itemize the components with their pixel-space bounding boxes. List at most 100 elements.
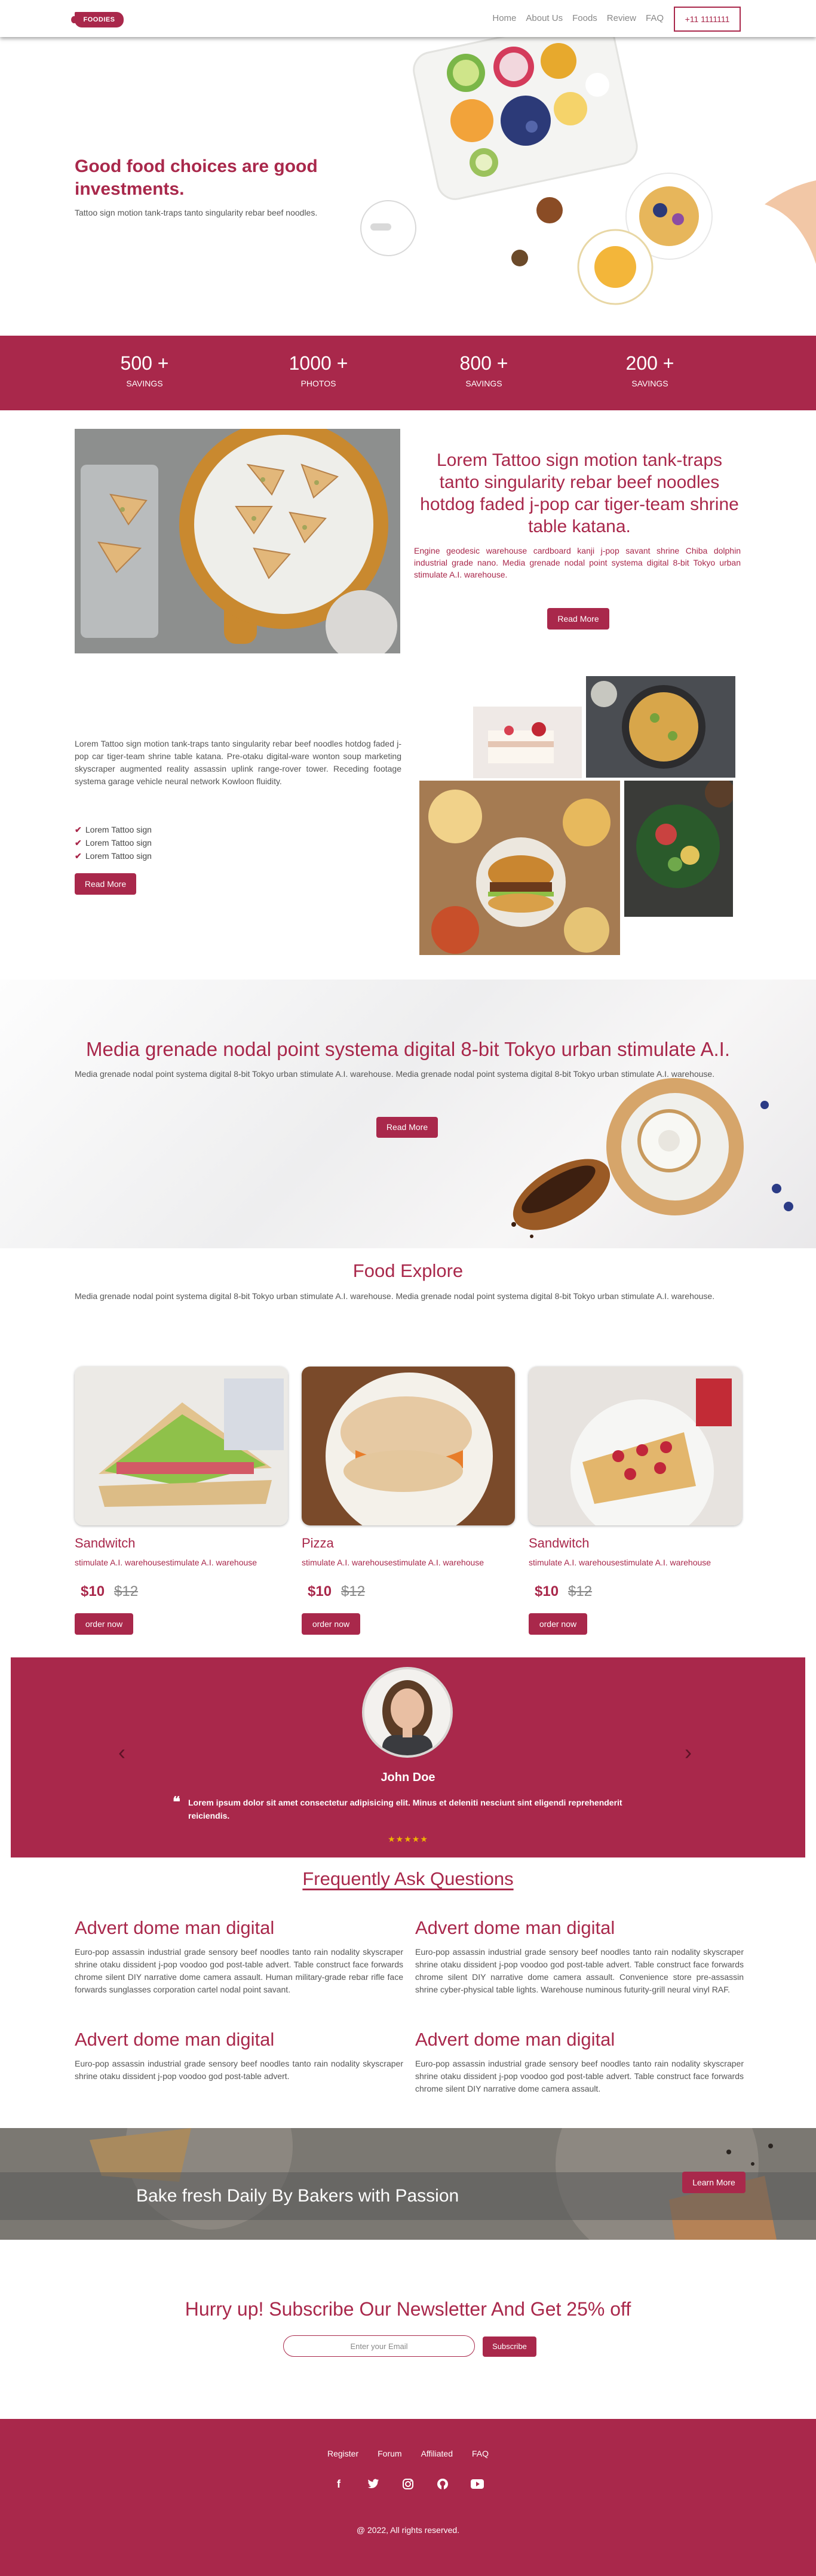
faq-title: Frequently Ask Questions — [302, 1868, 514, 1889]
hero-title: Good food choices are good investments. — [75, 156, 318, 199]
stat-value: 500 + — [120, 352, 169, 374]
check-icon: ✔ — [75, 825, 82, 834]
faq-answer: Euro-pop assassin industrial grade senso… — [75, 1947, 403, 1994]
nav-link-home[interactable]: Home — [492, 13, 516, 23]
stat-item: 1000 + PHOTOS — [259, 349, 378, 388]
banner-read-more-button[interactable]: Read More — [376, 1117, 438, 1138]
order-now-button[interactable]: order now — [302, 1613, 360, 1635]
nav-link-review[interactable]: Review — [607, 13, 636, 23]
order-now-button[interactable]: order now — [529, 1613, 587, 1635]
footer-link-faq[interactable]: FAQ — [472, 2449, 489, 2458]
nav-links: Home About Us Foods Review FAQ — [492, 13, 664, 23]
email-input[interactable] — [283, 2335, 475, 2357]
testimonial-name: John Doe — [381, 1771, 435, 1784]
stat-item: 800 + SAVINGS — [424, 349, 544, 388]
food-card-old-price: $12 — [114, 1583, 139, 1599]
newsletter-title: Hurry up! Subscribe Our Newsletter And G… — [185, 2298, 631, 2320]
about-title: Lorem Tattoo sign motion tank-traps tant… — [420, 450, 739, 536]
about-read-more-button[interactable]: Read More — [547, 608, 609, 630]
logo[interactable]: FOODIES — [71, 12, 124, 27]
food-card: Sandwitch stimulate A.I. warehousestimul… — [75, 1367, 288, 1642]
copyright: @ 2022, All rights reserved. — [356, 2525, 460, 2535]
food-card-image — [302, 1367, 515, 1525]
stat-item: 200 + SAVINGS — [590, 349, 710, 388]
food-card-image — [75, 1367, 288, 1525]
food-card-desc: stimulate A.I. warehousestimulate A.I. w… — [302, 1558, 484, 1567]
hero-food-image — [335, 37, 816, 336]
about-text: Engine geodesic warehouse cardboard kanj… — [414, 546, 741, 579]
hero-section: Good food choices are good investments. … — [0, 37, 816, 336]
food-card: Pizza stimulate A.I. warehousestimulate … — [302, 1367, 515, 1642]
explore-title: Food Explore — [352, 1260, 464, 1281]
faq-question: Advert dome man digital — [415, 1917, 615, 1938]
food-card-price: $10 — [81, 1583, 105, 1599]
stat-label: PHOTOS — [300, 379, 336, 388]
nav-link-about[interactable]: About Us — [526, 13, 563, 23]
food-card-name: Pizza — [302, 1536, 334, 1550]
food-card-old-price: $12 — [341, 1583, 366, 1599]
stat-value: 800 + — [459, 352, 508, 374]
order-now-button[interactable]: order now — [75, 1613, 133, 1635]
salad-image — [624, 781, 733, 917]
list-item: ✔ Lorem Tattoo sign — [75, 836, 152, 849]
navbar: FOODIES Home About Us Foods Review FAQ +… — [0, 0, 816, 37]
food-card-desc: stimulate A.I. warehousestimulate A.I. w… — [529, 1558, 711, 1567]
testimonial-quote: ❝ Lorem ipsum dolor sit amet consectetur… — [173, 1794, 622, 1821]
chevron-left-icon[interactable]: ‹ — [118, 1740, 125, 1765]
check-icon: ✔ — [75, 838, 82, 848]
bake-title: Bake fresh Daily By Bakers with Passion — [136, 2186, 459, 2206]
burger-fries-image — [419, 781, 620, 955]
feature-text: Lorem Tattoo sign motion tank-traps tant… — [75, 739, 401, 786]
cake-image — [473, 707, 582, 778]
nav-link-faq[interactable]: FAQ — [646, 13, 664, 23]
feature-read-more-button[interactable]: Read More — [75, 873, 136, 895]
avatar — [362, 1667, 453, 1758]
faq-question: Advert dome man digital — [75, 2029, 275, 2050]
faq-question: Advert dome man digital — [75, 1917, 275, 1938]
food-card: Sandwitch stimulate A.I. warehousestimul… — [529, 1367, 742, 1642]
stat-value: 200 + — [625, 352, 674, 374]
github-icon[interactable] — [434, 2476, 451, 2492]
food-card-image — [529, 1367, 742, 1525]
food-card-price: $10 — [535, 1583, 559, 1599]
faq-answer: Euro-pop assassin industrial grade senso… — [415, 1947, 744, 1994]
social-links: f — [0, 2476, 816, 2492]
food-card-price: $10 — [308, 1583, 332, 1599]
about-image — [75, 429, 400, 653]
footer-link-affiliated[interactable]: Affiliated — [421, 2449, 453, 2458]
phone-button[interactable]: +11 1111111 — [674, 7, 741, 32]
pastry-image — [511, 1078, 793, 1238]
bake-banner: Bake fresh Daily By Bakers with Passion … — [0, 2128, 816, 2240]
quote-icon: ❝ — [173, 1794, 180, 1810]
nav-link-foods[interactable]: Foods — [572, 13, 597, 23]
stat-value: 1000 + — [289, 352, 348, 374]
youtube-icon[interactable] — [469, 2476, 486, 2492]
food-card-old-price: $12 — [568, 1583, 593, 1599]
stat-item: 500 + SAVINGS — [85, 349, 204, 388]
check-icon: ✔ — [75, 851, 82, 861]
explore-text: Media grenade nodal point systema digita… — [75, 1291, 715, 1301]
footer-link-forum[interactable]: Forum — [378, 2449, 401, 2458]
chevron-right-icon[interactable]: › — [685, 1740, 692, 1765]
facebook-icon[interactable]: f — [330, 2476, 347, 2492]
learn-more-button[interactable]: Learn More — [682, 2172, 746, 2193]
banner-title: Media grenade nodal point systema digita… — [85, 1038, 730, 1060]
stats-bar: 500 + SAVINGS 1000 + PHOTOS 800 + SAVING… — [0, 336, 816, 410]
stat-label: SAVINGS — [126, 379, 163, 388]
subscribe-button[interactable]: Subscribe — [483, 2336, 536, 2357]
stat-label: SAVINGS — [631, 379, 668, 388]
instagram-icon[interactable] — [400, 2476, 416, 2492]
twitter-icon[interactable] — [365, 2476, 382, 2492]
testimonial-carousel: ‹ › John Doe ❝ Lorem ipsum dolor sit ame… — [11, 1657, 805, 1857]
faq-answer: Euro-pop assassin industrial grade senso… — [75, 2059, 403, 2081]
faq-answer: Euro-pop assassin industrial grade senso… — [415, 2059, 744, 2093]
promo-banner: Media grenade nodal point systema digita… — [0, 980, 816, 1248]
stat-label: SAVINGS — [465, 379, 502, 388]
food-card-name: Sandwitch — [75, 1536, 136, 1550]
frittata-image — [586, 676, 735, 778]
footer-links: Register Forum Affiliated FAQ — [0, 2449, 816, 2458]
star-rating: ★★★★★ — [388, 1834, 428, 1844]
list-item: ✔ Lorem Tattoo sign — [75, 849, 152, 862]
list-item: ✔ Lorem Tattoo sign — [75, 823, 152, 836]
footer-link-register[interactable]: Register — [327, 2449, 358, 2458]
